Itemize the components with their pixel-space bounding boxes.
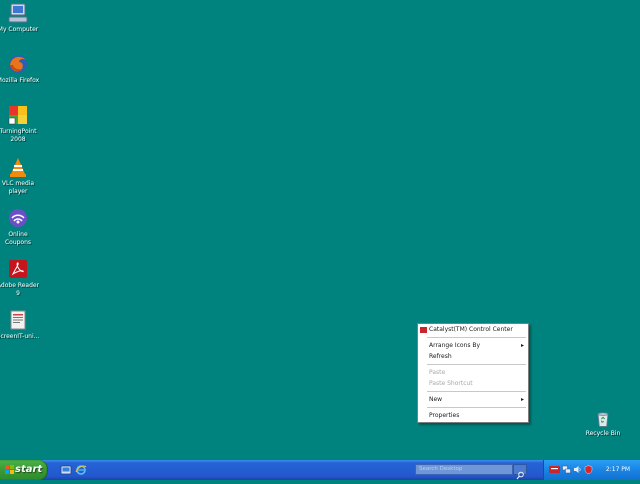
icon-label: Adobe Reader xyxy=(0,282,40,289)
desktop-icon-coupons[interactable]: Online Coupons xyxy=(0,207,40,247)
vlc-icon xyxy=(10,158,26,177)
system-tray: 2:17 PM xyxy=(543,460,640,480)
turningpoint-icon xyxy=(8,106,27,125)
desktop-icon-vlc[interactable]: VLC media player xyxy=(0,156,40,196)
icon-label: ScreenIT-uni... xyxy=(0,333,40,340)
icon-label: 9 xyxy=(16,290,20,297)
search-icon xyxy=(516,471,524,480)
submenu-arrow-icon: ▸ xyxy=(520,396,524,403)
menu-item-new[interactable]: New ▸ xyxy=(418,395,528,405)
desktop[interactable]: My Computer Mozilla Firefox TurningPoint… xyxy=(0,0,640,460)
menu-separator xyxy=(427,364,526,365)
start-button[interactable]: start xyxy=(0,460,48,480)
network-icon[interactable] xyxy=(562,465,571,474)
icon-label: VLC media xyxy=(1,180,35,187)
coupons-icon xyxy=(9,209,27,227)
my-computer-icon xyxy=(8,3,28,23)
menu-separator xyxy=(427,407,526,408)
menu-item-paste-shortcut: Paste Shortcut xyxy=(429,380,473,387)
desktop-icon-recycle-bin[interactable]: Recycle Bin xyxy=(582,410,624,438)
icon-label: My Computer xyxy=(0,26,39,33)
search-button[interactable] xyxy=(513,464,527,480)
icon-label: Online xyxy=(8,231,28,238)
ati-icon[interactable] xyxy=(549,465,560,474)
desktop-icon-document[interactable]: ScreenIT-uni... xyxy=(0,309,40,341)
menu-item-properties[interactable]: Properties xyxy=(418,411,528,421)
desktop-icon-firefox[interactable]: Mozilla Firefox xyxy=(0,53,40,85)
recycle-bin-label: Recycle Bin xyxy=(585,430,621,437)
icon-label: 2008 xyxy=(10,136,26,143)
menu-item-paste: Paste xyxy=(429,369,446,376)
desktop-icon-adobe-reader[interactable]: Adobe Reader 9 xyxy=(0,258,40,298)
menu-item-catalyst-control-center[interactable]: Catalyst(TM) Control Center xyxy=(418,325,528,335)
internet-explorer-icon[interactable] xyxy=(75,464,87,476)
volume-icon[interactable] xyxy=(573,465,582,474)
menu-item-refresh[interactable]: Refresh xyxy=(418,352,528,362)
recycle-bin-icon xyxy=(597,412,609,427)
security-icon[interactable] xyxy=(584,465,593,474)
show-desktop-icon[interactable] xyxy=(60,464,72,476)
menu-item-arrange-icons-by[interactable]: Arrange Icons By ▸ xyxy=(418,341,528,351)
submenu-arrow-icon: ▸ xyxy=(520,342,524,349)
icon-label: Mozilla Firefox xyxy=(0,77,40,84)
document-icon xyxy=(10,310,26,330)
icon-label: TurningPoint xyxy=(0,128,37,135)
firefox-icon xyxy=(9,55,27,73)
ati-icon xyxy=(420,327,427,333)
desktop-icon-turningpoint[interactable]: TurningPoint 2008 xyxy=(0,104,40,144)
menu-separator xyxy=(427,391,526,392)
icon-label: player xyxy=(8,188,28,195)
windows-logo-icon xyxy=(5,465,14,474)
taskbar: start Search Desktop 2:17 PM xyxy=(0,460,640,480)
desktop-icon-my-computer[interactable]: My Computer xyxy=(0,2,40,34)
menu-separator xyxy=(427,337,526,338)
adobe-reader-icon xyxy=(9,260,27,278)
desktop-search-input[interactable]: Search Desktop xyxy=(415,464,513,475)
clock[interactable]: 2:17 PM xyxy=(598,460,638,480)
desktop-context-menu: Catalyst(TM) Control Center Arrange Icon… xyxy=(417,323,529,423)
icon-label: Coupons xyxy=(4,239,32,246)
